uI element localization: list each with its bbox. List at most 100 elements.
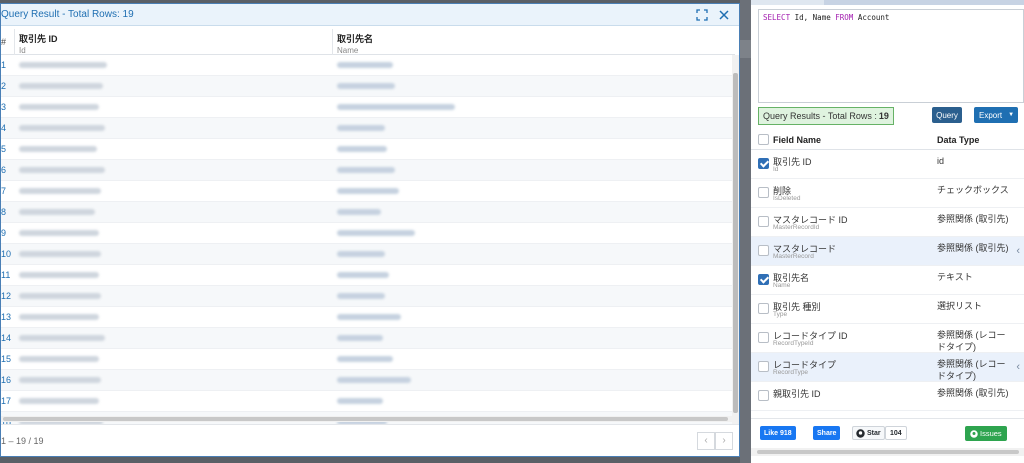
field-row[interactable]: 取引先 ID Id id <box>751 150 1024 179</box>
github-icon <box>856 428 865 438</box>
table-row[interactable]: 7 <box>1 181 735 202</box>
field-api-name: MasterRecord <box>773 253 814 260</box>
table-row[interactable]: 2 <box>1 76 735 97</box>
table-row[interactable]: 8 <box>1 202 735 223</box>
field-data-type: 参照関係 (取引先) <box>937 388 1009 398</box>
row-number: 11 <box>1 270 11 280</box>
export-button[interactable]: Export ▼ <box>974 107 1018 123</box>
field-checkbox[interactable] <box>758 332 769 343</box>
column-api-name: Name <box>337 46 359 55</box>
sql-text: Id, Name <box>790 13 836 22</box>
panel-footer: Like 918 Share Star 104 Issues <box>751 418 1024 448</box>
table-row[interactable]: 10 <box>1 244 735 265</box>
vertical-scrollbar[interactable] <box>732 55 739 425</box>
field-row[interactable]: レコードタイプ RecordType 参照関係 (レコードタイプ) ‹ <box>751 353 1024 382</box>
github-star-count[interactable]: 104 <box>885 426 907 440</box>
row-number: 5 <box>1 144 7 154</box>
row-number: 13 <box>1 312 12 322</box>
field-data-type: 参照関係 (レコードタイプ) <box>937 359 1006 381</box>
field-label: 親取引先 ID <box>773 389 821 399</box>
github-star-button[interactable]: Star <box>852 426 885 440</box>
field-data-type: チェックボックス <box>937 185 1009 195</box>
field-row[interactable]: 親取引先 ID 参照関係 (取引先) <box>751 382 1024 411</box>
query-results-count-box: Query Results - Total Rows : 19 <box>758 107 894 125</box>
select-all-checkbox[interactable] <box>758 134 769 145</box>
github-issues-button[interactable]: Issues <box>965 426 1007 441</box>
redacted-id-cell <box>19 356 99 362</box>
table-row[interactable]: 5 <box>1 139 735 160</box>
soql-editor[interactable]: SELECT Id, Name FROM Account <box>758 9 1024 103</box>
field-checkbox[interactable] <box>758 245 769 256</box>
field-label: 取引先 ID <box>773 157 812 167</box>
redacted-id-cell <box>19 377 101 383</box>
query-button[interactable]: Query <box>932 107 962 123</box>
table-row[interactable]: 13 <box>1 307 735 328</box>
panel-horizontal-scrollbar[interactable] <box>751 448 1024 456</box>
field-row[interactable]: 削除 IsDeleted チェックボックス <box>751 179 1024 208</box>
table-row[interactable]: 9 <box>1 223 735 244</box>
redacted-name-cell <box>337 293 385 299</box>
row-number: 8 <box>1 207 7 217</box>
redacted-id-cell <box>19 83 103 89</box>
table-row[interactable]: 4 <box>1 118 735 139</box>
chevron-left-icon[interactable]: ‹ <box>1016 245 1020 257</box>
issues-label: Issues <box>980 429 1002 438</box>
column-divider[interactable] <box>14 29 15 55</box>
field-checkbox[interactable] <box>758 303 769 314</box>
table-row[interactable]: 3 <box>1 97 735 118</box>
sql-text: Account <box>853 13 890 22</box>
scrollbar-thumb[interactable] <box>3 417 728 421</box>
column-api-name: Id <box>19 46 26 55</box>
pager-next-button[interactable]: › <box>715 431 733 450</box>
table-row[interactable]: 6 <box>1 160 735 181</box>
grid-header: # 取引先 ID Id 取引先名 Name <box>1 29 735 55</box>
table-row[interactable]: 15 <box>1 349 735 370</box>
field-list-header: Field Name Data Type <box>751 129 1024 150</box>
field-row[interactable]: レコードタイプ ID RecordTypeId 参照関係 (レコードタイプ) <box>751 324 1024 353</box>
field-api-name: Id <box>773 166 779 173</box>
field-row[interactable]: 取引先名 Name テキスト <box>751 266 1024 295</box>
facebook-like-button[interactable]: Like 918 <box>760 426 796 440</box>
field-row[interactable]: 取引先 種別 Type 選択リスト <box>751 295 1024 324</box>
row-number: 7 <box>1 186 7 196</box>
scrollbar-thumb[interactable] <box>733 73 738 413</box>
field-api-name: Name <box>773 282 791 289</box>
field-data-type: id <box>937 156 945 166</box>
chevron-left-icon[interactable]: ‹ <box>1016 361 1020 373</box>
field-checkbox[interactable] <box>758 274 769 285</box>
horizontal-scrollbar[interactable] <box>1 416 735 422</box>
row-number: 12 <box>1 291 12 301</box>
redacted-id-cell <box>19 125 105 131</box>
expand-icon[interactable] <box>695 8 709 22</box>
field-checkbox[interactable] <box>758 187 769 198</box>
table-row[interactable]: 14 <box>1 328 735 349</box>
redacted-id-cell <box>19 167 105 173</box>
column-header-id[interactable]: 取引先 ID Id <box>19 32 58 55</box>
redacted-name-cell <box>337 230 415 236</box>
facebook-share-button[interactable]: Share <box>813 426 841 440</box>
table-row[interactable]: 12 <box>1 286 735 307</box>
table-row[interactable]: 17 <box>1 391 735 412</box>
close-icon[interactable] <box>717 8 731 22</box>
redacted-id-cell <box>19 104 99 110</box>
field-checkbox[interactable] <box>758 216 769 227</box>
table-row[interactable]: 16 <box>1 370 735 391</box>
column-divider[interactable] <box>332 29 333 55</box>
column-label: 取引先名 <box>337 34 374 44</box>
column-header-name[interactable]: 取引先名 Name <box>337 32 373 55</box>
field-row[interactable]: マスタレコード MasterRecord 参照関係 (取引先) ‹ <box>751 237 1024 266</box>
modal-header: Query Result - Total Rows: 19 <box>1 4 739 26</box>
table-row[interactable]: 11 <box>1 265 735 286</box>
field-checkbox[interactable] <box>758 390 769 401</box>
redacted-id-cell <box>19 314 99 320</box>
pager-prev-button[interactable]: ‹ <box>697 431 715 450</box>
field-checkbox[interactable] <box>758 158 769 169</box>
field-row[interactable]: マスタレコード ID MasterRecordId 参照関係 (取引先) <box>751 208 1024 237</box>
field-checkbox[interactable] <box>758 361 769 372</box>
redacted-name-cell <box>337 377 411 383</box>
field-api-name: IsDeleted <box>773 195 801 202</box>
scrollbar-thumb[interactable] <box>757 450 1019 454</box>
redacted-name-cell <box>337 146 387 152</box>
redacted-id-cell <box>19 62 107 68</box>
table-row[interactable]: 1 <box>1 55 735 76</box>
